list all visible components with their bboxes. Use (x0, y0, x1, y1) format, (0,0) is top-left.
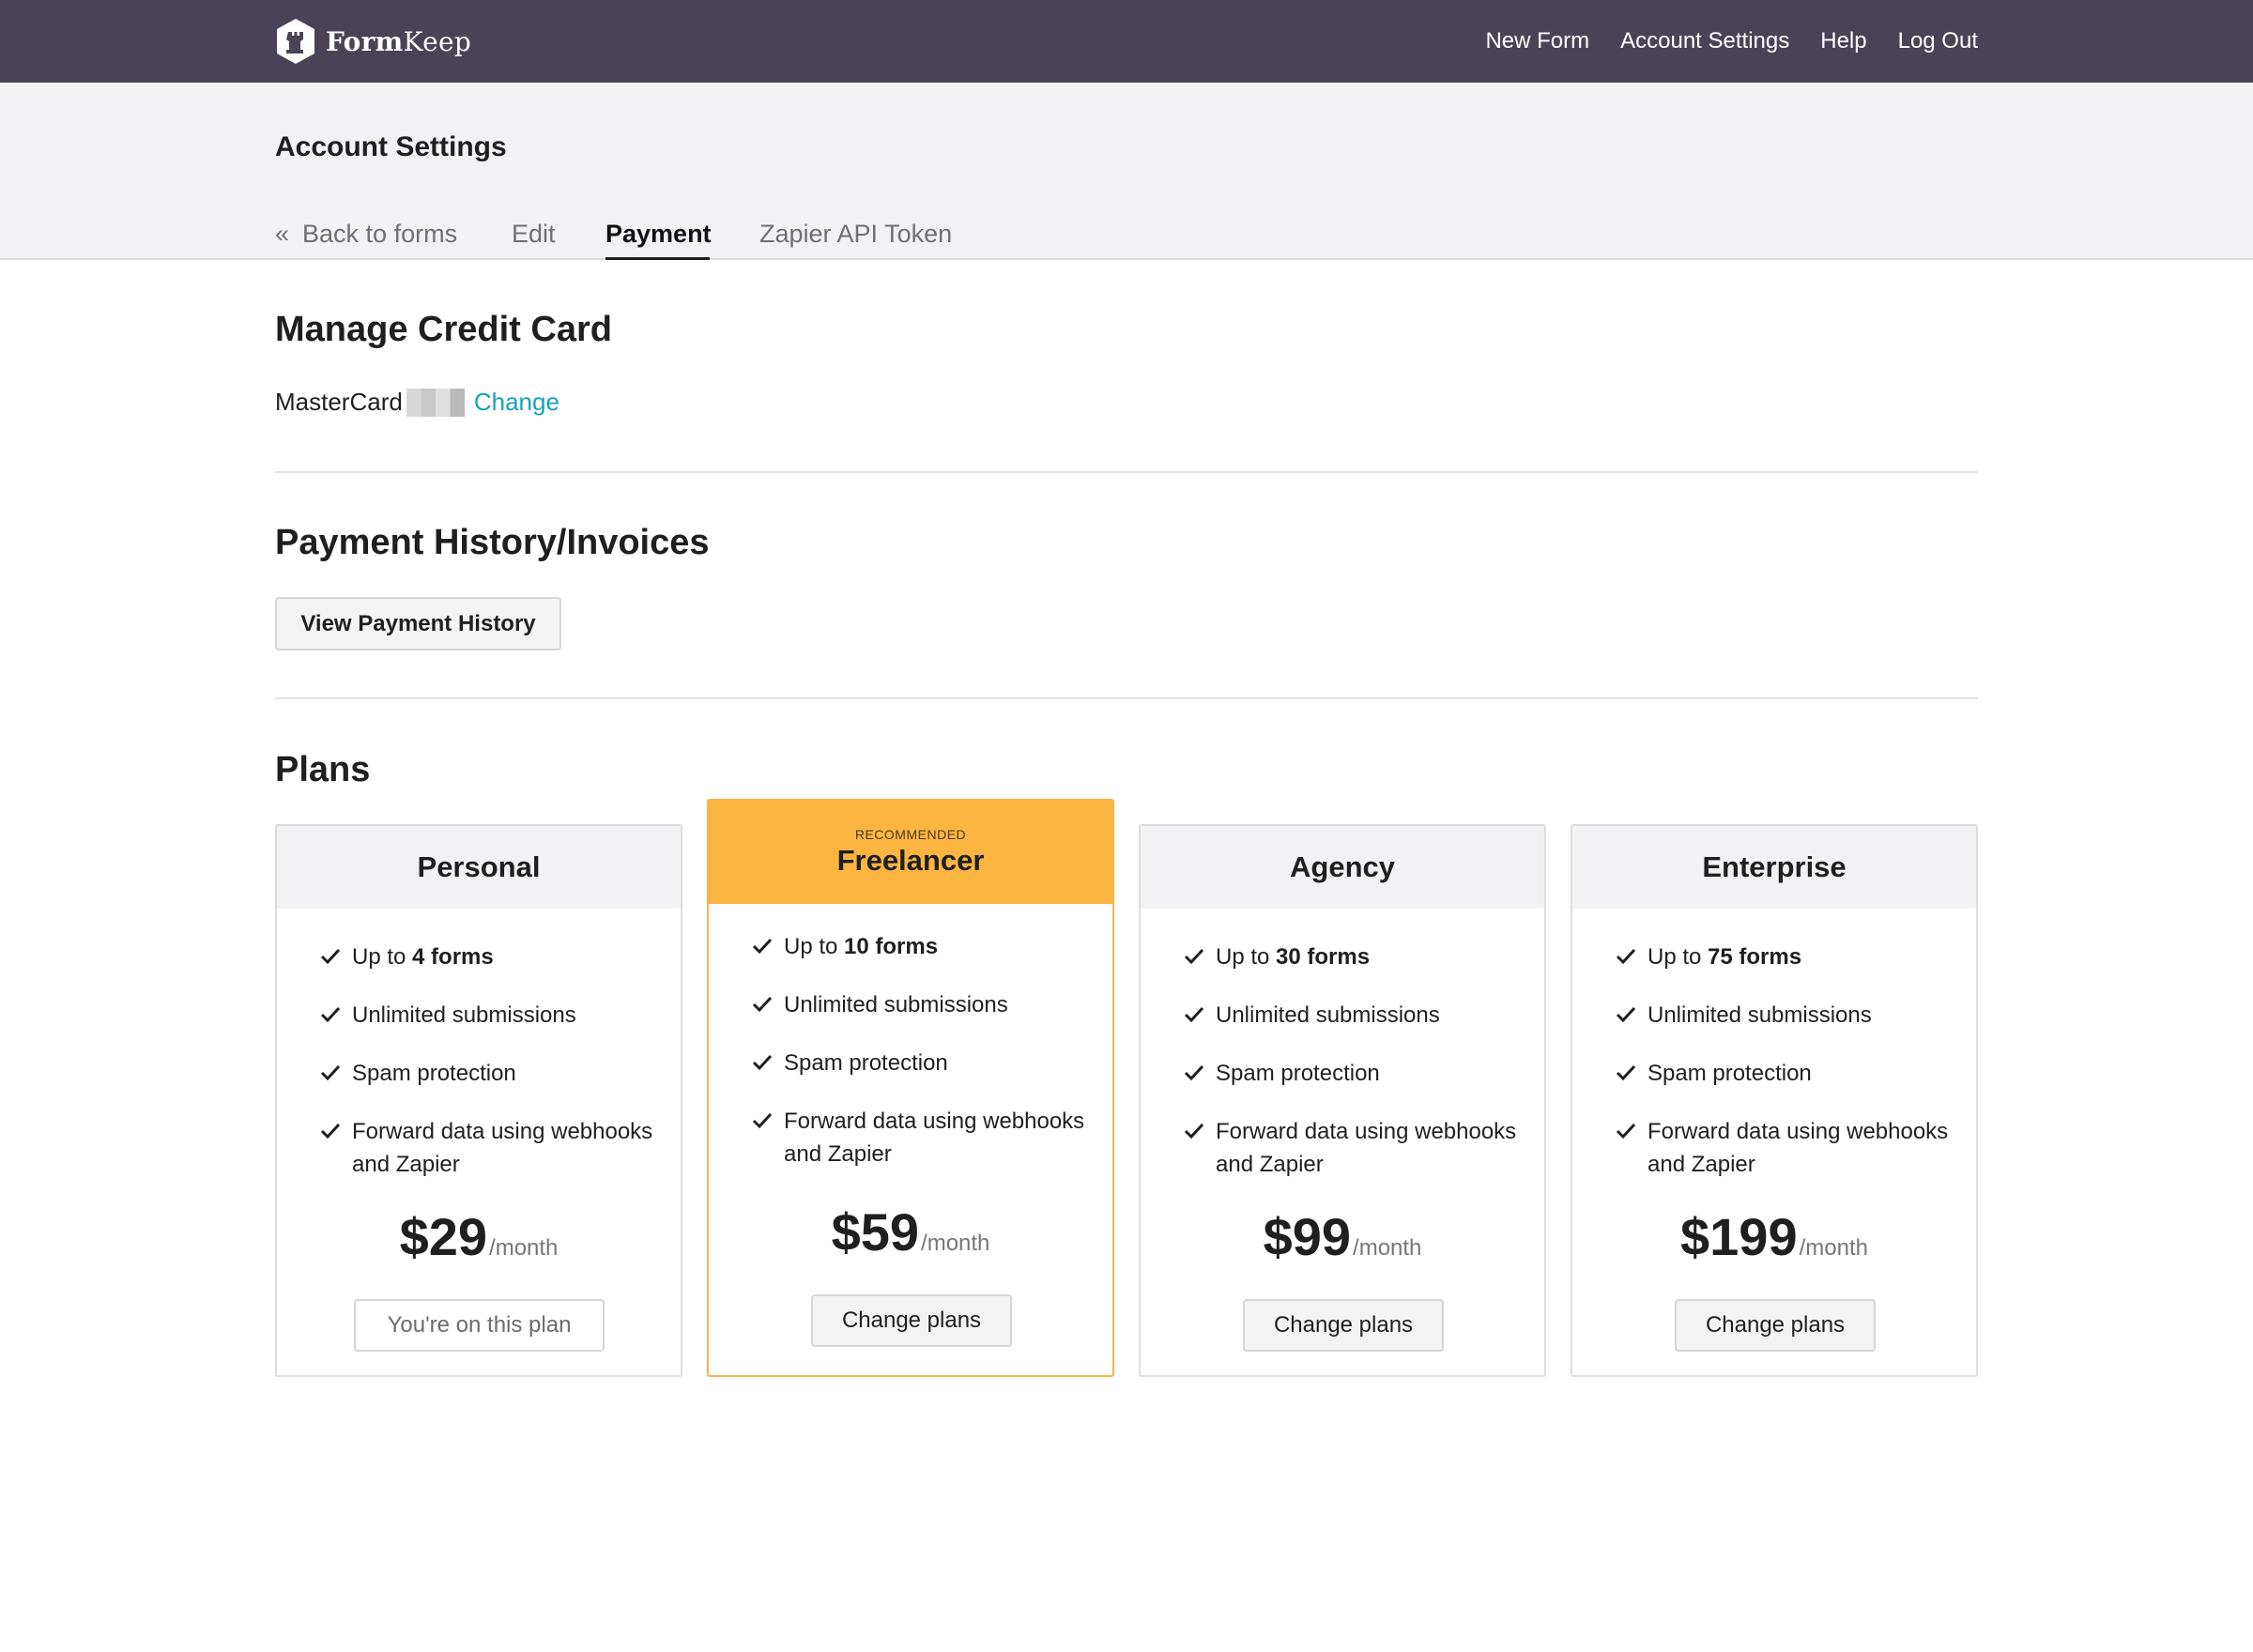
plan-price: $99/month (1263, 1207, 1422, 1266)
checkmark-icon (320, 1123, 341, 1140)
feature-forms: Up to 75 forms (1616, 941, 1950, 973)
tab-back-to-forms[interactable]: «Back to forms (275, 220, 457, 249)
checkmark-icon (1184, 1006, 1204, 1023)
feature-submissions: Unlimited submissions (1616, 999, 1950, 1032)
recommended-label: RECOMMENDED (854, 827, 967, 842)
page-title: Account Settings (275, 131, 507, 162)
credit-card-row: MasterCard Change (275, 388, 559, 417)
redacted-card-number (406, 388, 465, 417)
plan-features: Up to 30 forms Unlimited submissions Spa… (1141, 909, 1544, 1181)
plan-card-freelancer: RECOMMENDED Freelancer Up to 10 forms Un… (707, 799, 1114, 1377)
feature-forms: Up to 30 forms (1184, 941, 1518, 973)
plan-card-enterprise: Enterprise Up to 75 forms Unlimited subm… (1571, 824, 1978, 1377)
feature-webhooks: Forward data using webhooks and Zapier (320, 1115, 654, 1181)
plan-name: Freelancer (836, 844, 985, 877)
feature-webhooks: Forward data using webhooks and Zapier (1184, 1115, 1518, 1181)
plan-name: Agency (1141, 826, 1544, 909)
view-payment-history-button[interactable]: View Payment History (275, 597, 561, 650)
checkmark-icon (752, 1054, 773, 1071)
checkmark-icon (320, 1006, 341, 1023)
change-plans-button[interactable]: Change plans (1243, 1299, 1444, 1352)
brand[interactable]: FormKeep (275, 18, 471, 65)
checkmark-icon (752, 996, 773, 1013)
rook-logo-icon (277, 19, 314, 64)
tab-payment[interactable]: Payment (605, 220, 712, 249)
checkmark-icon (1184, 1064, 1204, 1081)
nav-account-settings[interactable]: Account Settings (1620, 28, 1789, 54)
divider (275, 697, 1978, 699)
plan-name: Personal (277, 826, 681, 909)
tab-zapier-api-token[interactable]: Zapier API Token (759, 220, 952, 249)
plan-features: Up to 75 forms Unlimited submissions Spa… (1572, 909, 1976, 1181)
feature-spam: Spam protection (1616, 1057, 1950, 1090)
feature-spam: Spam protection (320, 1057, 654, 1090)
nav-log-out[interactable]: Log Out (1898, 28, 1978, 54)
plan-price: $199/month (1680, 1207, 1868, 1266)
plan-header: RECOMMENDED Freelancer (709, 801, 1112, 904)
active-tab-indicator (605, 257, 710, 260)
tab-edit[interactable]: Edit (512, 220, 556, 249)
checkmark-icon (1184, 948, 1204, 965)
change-card-link[interactable]: Change (474, 388, 559, 417)
plan-name: Enterprise (1572, 826, 1976, 909)
checkmark-icon (752, 1112, 773, 1129)
checkmark-icon (1184, 1123, 1204, 1140)
divider (275, 471, 1978, 473)
feature-submissions: Unlimited submissions (752, 988, 1086, 1021)
feature-spam: Spam protection (1184, 1057, 1518, 1090)
top-navigation-bar: FormKeep New Form Account Settings Help … (0, 0, 2253, 83)
checkmark-icon (320, 948, 341, 965)
checkmark-icon (1616, 1123, 1636, 1140)
payment-history-title: Payment History/Invoices (275, 523, 710, 562)
top-nav-links: New Form Account Settings Help Log Out (1485, 28, 1978, 54)
feature-submissions: Unlimited submissions (320, 999, 654, 1032)
feature-forms: Up to 10 forms (752, 930, 1086, 963)
checkmark-icon (1616, 948, 1636, 965)
nav-new-form[interactable]: New Form (1485, 28, 1589, 54)
feature-webhooks: Forward data using webhooks and Zapier (752, 1105, 1086, 1170)
plan-features: Up to 10 forms Unlimited submissions Spa… (709, 904, 1112, 1170)
settings-tabs: «Back to forms Edit Payment Zapier API T… (275, 220, 1026, 260)
credit-card-title: Manage Credit Card (275, 310, 612, 349)
card-brand: MasterCard (275, 388, 403, 416)
settings-header: Account Settings «Back to forms Edit Pay… (0, 83, 2253, 260)
feature-forms: Up to 4 forms (320, 941, 654, 973)
feature-submissions: Unlimited submissions (1184, 999, 1518, 1032)
checkmark-icon (320, 1064, 341, 1081)
feature-webhooks: Forward data using webhooks and Zapier (1616, 1115, 1950, 1181)
change-plans-button[interactable]: Change plans (811, 1294, 1012, 1347)
plan-card-agency: Agency Up to 30 forms Unlimited submissi… (1139, 824, 1546, 1377)
checkmark-icon (752, 938, 773, 955)
change-plans-button[interactable]: Change plans (1675, 1299, 1876, 1352)
double-chevron-left-icon: « (275, 220, 290, 248)
checkmark-icon (1616, 1064, 1636, 1081)
current-plan-button[interactable]: You're on this plan (354, 1299, 605, 1352)
nav-help[interactable]: Help (1820, 28, 1866, 54)
plan-price: $29/month (399, 1207, 559, 1266)
plan-price: $59/month (831, 1202, 990, 1262)
checkmark-icon (1616, 1006, 1636, 1023)
plans-title: Plans (275, 750, 371, 789)
feature-spam: Spam protection (752, 1047, 1086, 1079)
plan-features: Up to 4 forms Unlimited submissions Spam… (277, 909, 681, 1181)
plan-card-personal: Personal Up to 4 forms Unlimited submiss… (275, 824, 682, 1377)
brand-name: FormKeep (326, 25, 472, 57)
